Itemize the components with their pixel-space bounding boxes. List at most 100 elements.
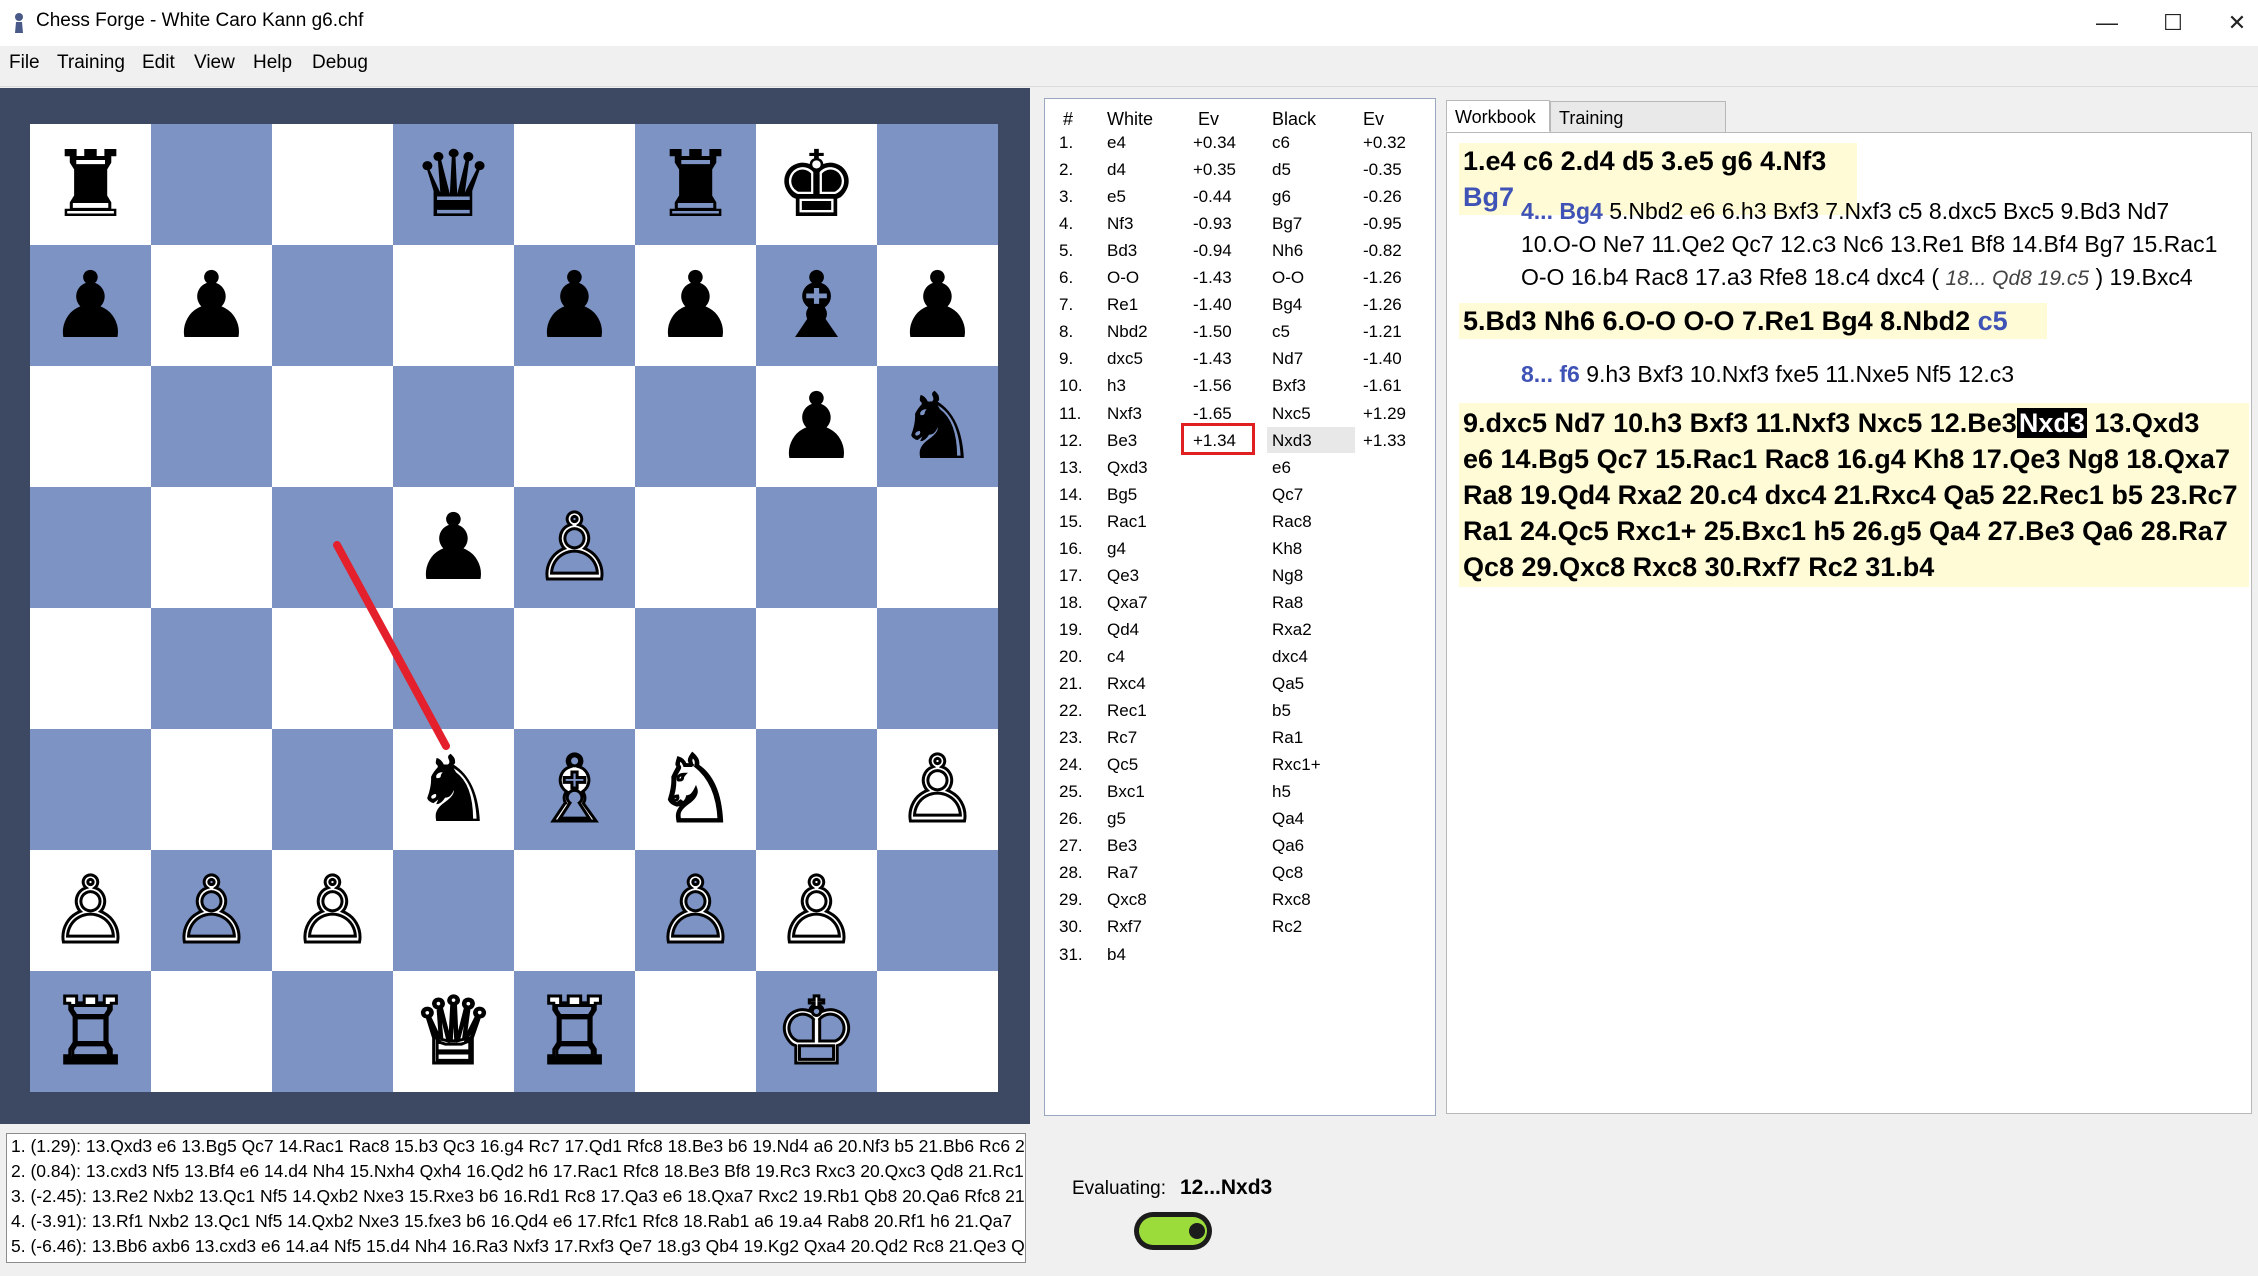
white-move[interactable]: g4 bbox=[1107, 539, 1126, 559]
square-h5[interactable] bbox=[877, 487, 998, 608]
mainline-text[interactable]: 13.Qxd3 bbox=[2094, 408, 2199, 438]
move-row[interactable]: 14. Bg5 Qc7 bbox=[1045, 481, 1435, 508]
piece[interactable]: ♜ bbox=[654, 138, 736, 231]
move-row[interactable]: 28. Ra7 Qc8 bbox=[1045, 859, 1435, 886]
engine-toggle[interactable] bbox=[1134, 1212, 1212, 1250]
white-move[interactable]: Qe3 bbox=[1107, 566, 1139, 586]
black-move[interactable]: dxc4 bbox=[1272, 647, 1308, 667]
black-move[interactable]: Kh8 bbox=[1272, 539, 1302, 559]
white-move[interactable]: Rxc4 bbox=[1107, 674, 1146, 694]
square-f2[interactable]: ♙ bbox=[635, 850, 756, 971]
white-move[interactable]: d4 bbox=[1107, 160, 1126, 180]
menu-help[interactable]: Help bbox=[253, 52, 292, 74]
move-row[interactable]: 27. Be3 Qa6 bbox=[1045, 832, 1435, 859]
white-move[interactable]: Rxf7 bbox=[1107, 917, 1142, 937]
white-move[interactable]: Qxa7 bbox=[1107, 593, 1148, 613]
square-c5[interactable] bbox=[272, 487, 393, 608]
engine-lines-panel[interactable]: 1. (1.29): 13.Qxd3 e6 13.Bg5 Qc7 14.Rac1… bbox=[6, 1133, 1026, 1263]
white-move[interactable]: Rc7 bbox=[1107, 728, 1137, 748]
move-row[interactable]: 26. g5 Qa4 bbox=[1045, 805, 1435, 832]
white-move[interactable]: Nbd2 bbox=[1107, 322, 1148, 342]
piece[interactable]: ♚ bbox=[775, 138, 857, 231]
white-move[interactable]: Re1 bbox=[1107, 295, 1138, 315]
black-move[interactable]: Bxf3 bbox=[1272, 376, 1306, 396]
square-c4[interactable] bbox=[272, 608, 393, 729]
black-move[interactable]: g6 bbox=[1272, 187, 1291, 207]
square-e2[interactable] bbox=[514, 850, 635, 971]
black-move[interactable]: O-O bbox=[1272, 268, 1304, 288]
square-f3[interactable]: ♘ bbox=[635, 729, 756, 850]
workbook-variation-2[interactable]: 8... f6 9.h3 Bxf3 10.Nxf3 fxe5 11.Nxe5 N… bbox=[1521, 358, 2241, 391]
piece[interactable]: ♘ bbox=[653, 742, 739, 837]
square-h7[interactable]: ♟ bbox=[877, 245, 998, 366]
piece[interactable]: ♙ bbox=[48, 863, 134, 958]
square-h3[interactable]: ♙ bbox=[877, 729, 998, 850]
black-move[interactable]: Ng8 bbox=[1272, 566, 1303, 586]
workbook-variation-1[interactable]: 4... Bg4 5.Nbd2 e6 6.h3 Bxf3 7.Nxf3 c5 8… bbox=[1521, 195, 2241, 295]
square-f7[interactable]: ♟ bbox=[635, 245, 756, 366]
black-move[interactable]: Qc8 bbox=[1272, 863, 1303, 883]
black-move[interactable]: Ra1 bbox=[1272, 728, 1303, 748]
white-move[interactable]: Qd4 bbox=[1107, 620, 1139, 640]
tab-training-bookmarks[interactable]: Training Bookmarks bbox=[1550, 101, 1726, 160]
piece[interactable]: ♕ bbox=[411, 984, 497, 1079]
white-move[interactable]: b4 bbox=[1107, 945, 1126, 965]
square-d7[interactable] bbox=[393, 245, 514, 366]
square-a7[interactable]: ♟ bbox=[30, 245, 151, 366]
square-g4[interactable] bbox=[756, 608, 877, 729]
white-move[interactable]: Ra7 bbox=[1107, 863, 1138, 883]
black-move[interactable]: Rc2 bbox=[1272, 917, 1302, 937]
move-row[interactable]: 8. Nbd2 -1.50 c5 -1.21 bbox=[1045, 318, 1435, 345]
mainline-text[interactable]: Ra8 19.Qd4 Rxa2 20.c4 dxc4 21.Rxc4 Qa5 2… bbox=[1463, 477, 2245, 513]
move-row[interactable]: 4. Nf3 -0.93 Bg7 -0.95 bbox=[1045, 210, 1435, 237]
piece[interactable]: ♟ bbox=[896, 259, 978, 352]
piece[interactable]: ♖ bbox=[48, 984, 134, 1079]
black-move[interactable]: e6 bbox=[1272, 458, 1291, 478]
black-move[interactable]: Nxc5 bbox=[1272, 404, 1311, 424]
move-row[interactable]: 21. Rxc4 Qa5 bbox=[1045, 670, 1435, 697]
tab-workbook[interactable]: Workbook bbox=[1446, 100, 1550, 132]
chess-board[interactable]: ♜ ♛ ♜ ♚ ♟ ♟ ♟ ♟ ♝ ♟ ♟ ♞ ♟ ♙ ♞ ♗ ♘ ♙ ♙ ♙ ♙ ♙ ♙ ♖ ♕ ♖ ♔ bbox=[30, 124, 998, 1092]
black-move[interactable]: Bg4 bbox=[1272, 295, 1302, 315]
piece[interactable]: ♙ bbox=[290, 863, 376, 958]
square-a1[interactable]: ♖ bbox=[30, 971, 151, 1092]
square-c6[interactable] bbox=[272, 366, 393, 487]
square-b6[interactable] bbox=[151, 366, 272, 487]
piece[interactable]: ♙ bbox=[895, 742, 981, 837]
maximize-button[interactable]: ☐ bbox=[2140, 0, 2206, 46]
move-row[interactable]: 20. c4 dxc4 bbox=[1045, 643, 1435, 670]
piece[interactable]: ♙ bbox=[169, 863, 255, 958]
white-move[interactable]: c4 bbox=[1107, 647, 1125, 667]
piece[interactable]: ♞ bbox=[896, 380, 978, 473]
white-move[interactable]: Bxc1 bbox=[1107, 782, 1145, 802]
move-row[interactable]: 30. Rxf7 Rc2 bbox=[1045, 913, 1435, 940]
piece[interactable]: ♜ bbox=[49, 138, 131, 231]
piece[interactable]: ♟ bbox=[170, 259, 252, 352]
white-move[interactable]: dxc5 bbox=[1107, 349, 1143, 369]
square-h1[interactable] bbox=[877, 971, 998, 1092]
white-move[interactable]: Qc5 bbox=[1107, 755, 1138, 775]
move-row[interactable]: 23. Rc7 Ra1 bbox=[1045, 724, 1435, 751]
move-row[interactable]: 2. d4 +0.35 d5 -0.35 bbox=[1045, 156, 1435, 183]
square-d3[interactable]: ♞ bbox=[393, 729, 514, 850]
move-row[interactable]: 16. g4 Kh8 bbox=[1045, 535, 1435, 562]
square-c8[interactable] bbox=[272, 124, 393, 245]
square-e4[interactable] bbox=[514, 608, 635, 729]
variation-line-3-end[interactable]: ) 19.Bxc4 bbox=[2089, 264, 2192, 290]
square-a4[interactable] bbox=[30, 608, 151, 729]
square-e1[interactable]: ♖ bbox=[514, 971, 635, 1092]
white-move[interactable]: Be3 bbox=[1107, 431, 1137, 451]
black-move[interactable]: Rac8 bbox=[1272, 512, 1312, 532]
square-e6[interactable] bbox=[514, 366, 635, 487]
square-g7[interactable]: ♝ bbox=[756, 245, 877, 366]
piece[interactable]: ♟ bbox=[49, 259, 131, 352]
move-row[interactable]: 31. b4 bbox=[1045, 941, 1435, 968]
engine-line-5[interactable]: 5. (-6.46): 13.Bb6 axb6 13.cxd3 e6 14.a4… bbox=[11, 1236, 1025, 1257]
square-b7[interactable]: ♟ bbox=[151, 245, 272, 366]
square-b8[interactable] bbox=[151, 124, 272, 245]
white-move[interactable]: Rac1 bbox=[1107, 512, 1147, 532]
menu-edit[interactable]: Edit bbox=[142, 52, 175, 74]
white-move[interactable]: Bd3 bbox=[1107, 241, 1137, 261]
current-move-highlight[interactable]: Nxd3 bbox=[2016, 408, 2087, 438]
square-h2[interactable] bbox=[877, 850, 998, 971]
